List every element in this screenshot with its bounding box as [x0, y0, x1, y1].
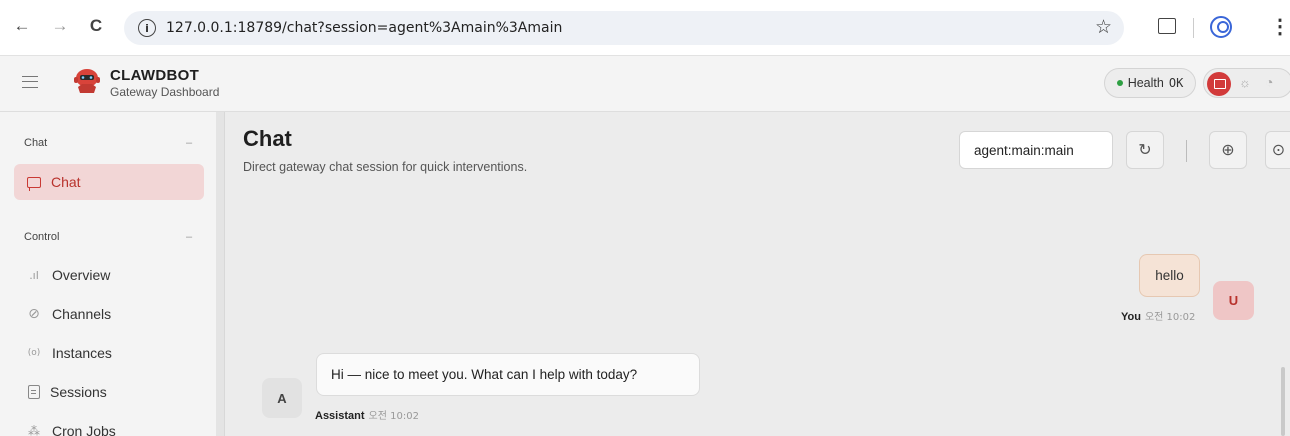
sidebar-item-label: Cron Jobs [52, 423, 116, 436]
link-icon: ⊘ [28, 306, 40, 322]
sidebar-item-label: Instances [52, 345, 112, 361]
hamburger-menu-icon[interactable] [22, 76, 38, 88]
document-icon [28, 385, 40, 399]
bar-chart-icon: .ıl [29, 268, 39, 282]
theme-dark-icon[interactable]: ◔ [1265, 74, 1273, 90]
brand-subtitle: Gateway Dashboard [110, 85, 220, 99]
user-avatar: U [1213, 281, 1254, 320]
screen-button[interactable]: ⊙ [1265, 131, 1290, 169]
message-sender: You [1121, 311, 1141, 323]
url-text[interactable]: 127.0.0.1:18789/chat?session=agent%3Amai… [166, 20, 562, 36]
theme-toggle: ☼ ◔ [1203, 68, 1290, 98]
assistant-message-bubble: Hi — nice to meet you. What can I help w… [316, 353, 700, 396]
browser-toolbar: ← → C i 127.0.0.1:18789/chat?session=age… [0, 0, 1290, 56]
sidebar-scrollbar[interactable] [216, 112, 225, 436]
health-value: OK [1168, 76, 1184, 90]
collapse-chat-icon[interactable]: – [186, 137, 192, 149]
browser-menu-icon[interactable]: ⋮ [1270, 14, 1290, 39]
profile-icon[interactable] [1210, 16, 1232, 38]
back-arrow-icon[interactable]: ← [10, 14, 34, 38]
user-message-bubble: hello [1139, 254, 1200, 297]
sidebar: Chat – Chat Control – .ıl Overview ⊘ Cha… [0, 112, 216, 436]
bookmark-star-icon[interactable]: ☆ [1095, 16, 1112, 39]
focus-icon: ⊕ [1221, 142, 1235, 159]
sidebar-item-label: Chat [51, 174, 81, 190]
sidebar-item-overview[interactable]: .ıl Overview [14, 257, 204, 293]
chat-bubble-icon [27, 176, 41, 191]
site-info-icon[interactable]: i [138, 19, 156, 37]
app-header: CLAWDBOT Gateway Dashboard Health OK ☼ ◔ [0, 56, 1290, 112]
refresh-icon: ↻ [1138, 142, 1152, 159]
tab-search-icon[interactable] [1158, 18, 1176, 34]
sidebar-item-label: Overview [52, 267, 111, 283]
message-sender: Assistant [315, 410, 365, 422]
sidebar-item-label: Channels [52, 306, 112, 322]
sidebar-item-chat[interactable]: Chat [14, 164, 204, 200]
main-content: Chat Direct gateway chat session for qui… [225, 112, 1290, 436]
health-status-badge: Health OK [1104, 68, 1196, 98]
address-bar[interactable]: i 127.0.0.1:18789/chat?session=agent%3Am… [124, 11, 1124, 45]
assistant-avatar: A [262, 378, 302, 418]
sidebar-item-channels[interactable]: ⊘ Channels [14, 296, 204, 332]
health-dot-icon [1116, 80, 1123, 86]
message-time: 오전 10:02 [368, 411, 419, 422]
assistant-message-meta: Assistant 오전 10:02 [315, 407, 419, 422]
sidebar-item-label: Sessions [50, 384, 107, 400]
theme-light-icon[interactable]: ☼ [1239, 75, 1251, 90]
loader-icon: ⁂ [28, 424, 40, 436]
forward-arrow-icon[interactable]: → [48, 14, 72, 38]
clawdbot-logo-icon [74, 69, 100, 93]
collapse-control-icon[interactable]: – [186, 231, 192, 243]
sidebar-item-cron-jobs[interactable]: ⁂ Cron Jobs [14, 413, 204, 436]
brand-title: CLAWDBOT [110, 67, 200, 84]
toolbar-divider [1186, 140, 1187, 162]
message-time: 오전 10:02 [1144, 312, 1196, 323]
sidebar-item-instances[interactable]: (o) Instances [14, 335, 204, 371]
page-title: Chat [243, 126, 292, 151]
health-label: Health [1127, 76, 1164, 90]
chat-scrollbar[interactable] [1281, 367, 1285, 436]
screen-icon: ⊙ [1271, 142, 1286, 159]
session-selector[interactable]: agent:main:main [959, 131, 1113, 169]
sidebar-group-chat[interactable]: Chat [24, 137, 47, 149]
reload-icon[interactable]: C [84, 14, 108, 38]
refresh-button[interactable]: ↻ [1126, 131, 1164, 169]
toolbar-divider [1193, 18, 1194, 38]
theme-system-icon[interactable] [1207, 72, 1231, 96]
sidebar-group-control[interactable]: Control [24, 231, 59, 243]
user-message-meta: You 오전 10:02 [1121, 308, 1195, 323]
sidebar-item-sessions[interactable]: Sessions [14, 374, 204, 410]
radio-signal-icon: (o) [27, 348, 41, 358]
page-subtitle: Direct gateway chat session for quick in… [243, 160, 528, 174]
focus-mode-button[interactable]: ⊕ [1209, 131, 1247, 169]
